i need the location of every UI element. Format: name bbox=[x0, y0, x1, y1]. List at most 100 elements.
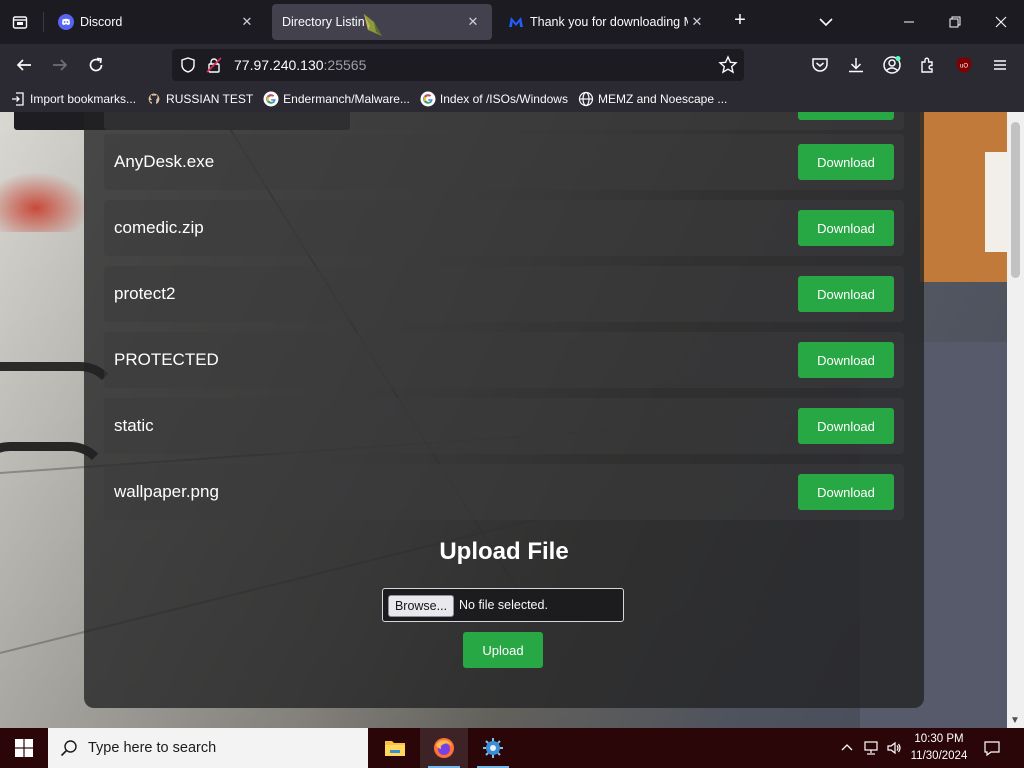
chevron-up-icon bbox=[841, 744, 853, 751]
network-button[interactable] bbox=[860, 728, 882, 768]
scrollbar-thumb[interactable] bbox=[1011, 122, 1020, 278]
file-row: comedic.zip Download bbox=[104, 200, 904, 256]
file-name: static bbox=[114, 416, 154, 435]
file-row: protect2 Download bbox=[104, 266, 904, 322]
file-name: wallpaper.png bbox=[114, 482, 219, 501]
download-button[interactable]: Download bbox=[798, 144, 894, 180]
tracking-protection-icon[interactable] bbox=[180, 57, 196, 78]
tab-separator bbox=[43, 12, 44, 32]
search-icon bbox=[60, 740, 77, 757]
notifications-button[interactable] bbox=[978, 728, 1006, 768]
bookmark-label: Import bookmarks... bbox=[30, 92, 137, 106]
download-button[interactable]: Download bbox=[798, 408, 894, 444]
start-button[interactable] bbox=[0, 728, 48, 768]
ublock-origin-icon: uO bbox=[957, 57, 971, 73]
taskbar-search-box[interactable]: Type here to search bbox=[48, 728, 368, 768]
restore-button[interactable] bbox=[932, 0, 978, 44]
download-button[interactable]: Download bbox=[798, 474, 894, 510]
bookmark-russian-test[interactable]: RUSSIAN TEST bbox=[146, 91, 253, 107]
download-icon bbox=[849, 58, 863, 73]
bookmark-index-of-isos[interactable]: Index of /ISOs/Windows bbox=[420, 91, 568, 107]
taskbar-file-explorer[interactable] bbox=[371, 728, 419, 768]
download-button[interactable]: Download bbox=[798, 342, 894, 378]
bookmarks-toolbar: Import bookmarks... RUSSIAN TEST Enderma… bbox=[0, 86, 1024, 112]
download-button[interactable] bbox=[798, 112, 894, 120]
firefox-view-button[interactable] bbox=[6, 8, 34, 36]
file-input[interactable]: Browse... No file selected. bbox=[382, 588, 624, 622]
page-viewport: AnyDesk.exe Download comedic.zip Downloa… bbox=[0, 112, 1007, 728]
import-icon bbox=[10, 91, 26, 107]
file-row: AnyDesk.exe Download bbox=[104, 134, 904, 190]
account-icon bbox=[883, 56, 901, 74]
hamburger-menu-icon bbox=[994, 60, 1006, 70]
download-button[interactable]: Download bbox=[798, 276, 894, 312]
file-status: No file selected. bbox=[459, 598, 548, 612]
file-row: PROTECTED Download bbox=[104, 332, 904, 388]
address-bar[interactable]: 77.97.240.130:25565 bbox=[172, 49, 744, 81]
pocket-icon bbox=[812, 58, 828, 72]
download-button[interactable]: Download bbox=[798, 210, 894, 246]
bookmark-endermanch[interactable]: Endermanch/Malware... bbox=[263, 91, 410, 107]
bookmark-import[interactable]: Import bookmarks... bbox=[10, 91, 136, 107]
minimize-button[interactable] bbox=[886, 0, 932, 44]
upload-heading: Upload File bbox=[439, 538, 569, 565]
tab-title: Discord bbox=[80, 15, 123, 29]
bookmark-star-button[interactable] bbox=[718, 55, 738, 75]
pocket-button[interactable] bbox=[806, 51, 834, 79]
scroll-down-arrow-icon[interactable]: ▼ bbox=[1010, 715, 1020, 726]
windows-logo-icon bbox=[15, 739, 33, 757]
file-name: comedic.zip bbox=[114, 218, 204, 237]
globe-icon bbox=[578, 91, 594, 107]
file-row bbox=[104, 112, 904, 130]
downloads-button[interactable] bbox=[842, 51, 870, 79]
taskbar-app-pinned[interactable] bbox=[469, 728, 517, 768]
list-all-tabs-button[interactable] bbox=[816, 12, 836, 32]
file-name: protect2 bbox=[114, 284, 176, 303]
bookmark-label: RUSSIAN TEST bbox=[166, 92, 254, 106]
back-button[interactable] bbox=[10, 51, 38, 79]
account-button[interactable] bbox=[878, 51, 906, 79]
close-tab-icon[interactable]: ✕ bbox=[688, 13, 706, 31]
close-tab-icon[interactable]: ✕ bbox=[464, 13, 482, 31]
firefox-icon bbox=[434, 738, 454, 758]
taskbar-firefox[interactable] bbox=[420, 728, 468, 768]
tab-title: Thank you for downloading Ma bbox=[530, 15, 688, 29]
file-name: PROTECTED bbox=[114, 350, 219, 369]
clock-date: 11/30/2024 bbox=[910, 750, 968, 762]
directory-listing-panel: AnyDesk.exe Download comedic.zip Downloa… bbox=[84, 112, 924, 708]
browse-button[interactable]: Browse... bbox=[388, 595, 454, 617]
ublock-origin-button[interactable]: uO bbox=[950, 51, 978, 79]
page-scrollbar[interactable]: ▼ bbox=[1007, 112, 1024, 728]
arrow-right-icon bbox=[53, 59, 68, 71]
forward-button[interactable] bbox=[46, 51, 74, 79]
tab-directory-listing[interactable]: Directory Listin ✕ bbox=[272, 4, 492, 40]
google-icon bbox=[420, 91, 436, 107]
cursor-sprite-icon bbox=[360, 12, 386, 41]
bookmark-label: Index of /ISOs/Windows bbox=[439, 92, 568, 106]
svg-text:uO: uO bbox=[960, 64, 968, 70]
puzzle-icon bbox=[921, 57, 933, 73]
close-icon bbox=[995, 16, 1007, 28]
tab-malwarebytes[interactable]: Thank you for downloading Ma ✕ bbox=[498, 4, 716, 40]
show-hidden-icons-button[interactable] bbox=[836, 728, 858, 768]
tab-discord[interactable]: Discord ✕ bbox=[48, 4, 266, 40]
bg-shape bbox=[985, 152, 1007, 252]
close-tab-icon[interactable]: ✕ bbox=[238, 13, 256, 31]
minimize-icon bbox=[904, 21, 914, 23]
insecure-lock-icon[interactable] bbox=[206, 57, 222, 78]
close-window-button[interactable] bbox=[978, 0, 1024, 44]
firefox-view-icon bbox=[12, 16, 28, 29]
url-text: 77.97.240.130:25565 bbox=[234, 57, 366, 73]
volume-button[interactable] bbox=[883, 728, 905, 768]
taskbar-clock[interactable]: 10:30 PM 11/30/2024 bbox=[906, 731, 972, 765]
extensions-button[interactable] bbox=[914, 51, 942, 79]
app-menu-button[interactable] bbox=[986, 51, 1014, 79]
github-icon bbox=[146, 91, 162, 107]
bookmark-memz[interactable]: MEMZ and Noescape ... bbox=[578, 91, 727, 107]
star-icon bbox=[718, 55, 738, 74]
malwarebytes-icon bbox=[508, 14, 524, 30]
new-tab-button[interactable]: + bbox=[729, 10, 751, 32]
upload-button[interactable]: Upload bbox=[463, 632, 543, 668]
reload-button[interactable] bbox=[82, 51, 110, 79]
arrow-left-icon bbox=[16, 59, 31, 71]
